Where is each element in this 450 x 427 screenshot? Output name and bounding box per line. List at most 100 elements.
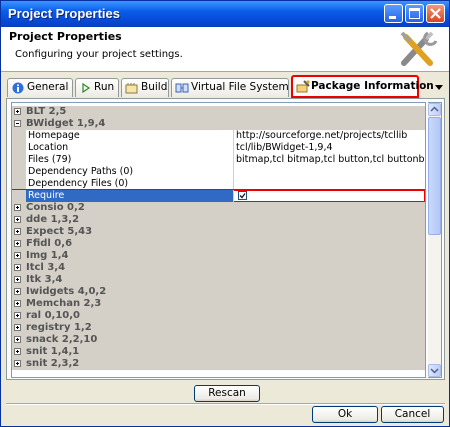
package-name: dde 1,3,2 xyxy=(26,214,80,225)
expand-icon[interactable] xyxy=(14,204,21,211)
checkmark-icon xyxy=(239,193,246,199)
ok-button[interactable]: Ok xyxy=(312,406,378,423)
title-bar[interactable]: Project Properties xyxy=(1,1,449,27)
property-row[interactable]: Dependency Paths (0) xyxy=(12,166,425,178)
expand-icon[interactable] xyxy=(14,288,21,295)
expand-icon[interactable] xyxy=(14,348,21,355)
tree-category[interactable]: snit 1,4,1 xyxy=(12,346,425,358)
tab-strip: General Run Build Virtual File System Pa… xyxy=(1,73,449,99)
tree-category[interactable]: registry 1,2 xyxy=(12,322,425,334)
package-name: Iwidgets 4,0,2 xyxy=(26,286,107,297)
chevron-down-icon[interactable] xyxy=(435,85,444,91)
package-name: Itk 3,4 xyxy=(26,274,63,285)
tree-category[interactable]: snack 2,2,10 xyxy=(12,334,425,346)
package-name: BWidget 1,9,4 xyxy=(26,118,106,129)
tab-run-label: Run xyxy=(94,81,115,93)
tab-general[interactable]: General xyxy=(7,78,73,97)
divider xyxy=(6,403,445,405)
tree-category[interactable]: Img 1,4 xyxy=(12,250,425,262)
tree-category[interactable]: ral 0,10,0 xyxy=(12,310,425,322)
tree-category[interactable]: dde 1,3,2 xyxy=(12,214,425,226)
expand-icon[interactable] xyxy=(14,336,21,343)
package-name: Consio 0,2 xyxy=(26,202,85,213)
property-key: Location xyxy=(26,142,234,154)
tree-category[interactable]: Iwidgets 4,0,2 xyxy=(12,286,425,298)
expand-icon[interactable] xyxy=(14,228,21,235)
property-value[interactable] xyxy=(235,190,425,202)
expand-icon[interactable] xyxy=(14,108,21,115)
maximize-icon xyxy=(409,8,420,19)
scroll-thumb[interactable] xyxy=(428,117,441,235)
property-value[interactable] xyxy=(235,166,425,178)
property-row[interactable]: Dependency Files (0) xyxy=(12,178,425,190)
minimize-icon xyxy=(389,16,396,19)
dialog-header: Project Properties Configuring your proj… xyxy=(1,27,449,72)
property-row-require[interactable]: Require xyxy=(12,189,425,203)
package-name: snit 2,3,2 xyxy=(26,358,80,369)
tree-category[interactable]: BLT 2,5 xyxy=(12,106,425,118)
expand-icon[interactable] xyxy=(14,312,21,319)
chevron-down-icon xyxy=(430,368,439,374)
tree-category[interactable]: Memchan 2,3 xyxy=(12,298,425,310)
tree-category[interactable]: Itk 3,4 xyxy=(12,274,425,286)
property-value[interactable]: tcl/lib/BWidget-1,9,4 xyxy=(235,142,425,154)
tree-category[interactable]: Ffidl 0,6 xyxy=(12,238,425,250)
minimize-button[interactable] xyxy=(384,4,403,23)
tab-run[interactable]: Run xyxy=(75,78,119,97)
expand-icon[interactable] xyxy=(14,360,21,367)
package-name: BLT 2,5 xyxy=(26,106,67,117)
expand-icon[interactable] xyxy=(14,264,21,271)
tab-virtual-file-system-label: Virtual File System xyxy=(191,81,289,93)
expand-icon[interactable] xyxy=(14,324,21,331)
tree-category[interactable]: Itcl 3,4 xyxy=(12,262,425,274)
tree-category[interactable]: Consio 0,2 xyxy=(12,202,425,214)
property-row[interactable]: Homepage http://sourceforge.net/projects… xyxy=(12,130,425,142)
tab-virtual-file-system[interactable]: Virtual File System xyxy=(171,78,289,97)
property-value[interactable]: bitmap,tcl bitmap,tcl button,tcl buttonb… xyxy=(235,154,425,166)
tree-category[interactable]: Expect 5,43 xyxy=(12,226,425,238)
scroll-up-button[interactable] xyxy=(428,103,441,116)
property-row[interactable]: Location tcl/lib/BWidget-1,9,4 xyxy=(12,142,425,154)
property-key: Dependency Paths (0) xyxy=(26,166,234,178)
tab-package-information-label: Package Information xyxy=(311,80,434,92)
require-checkbox[interactable] xyxy=(238,191,247,200)
property-key: Homepage xyxy=(26,130,234,142)
expand-icon[interactable] xyxy=(14,300,21,307)
property-value[interactable] xyxy=(235,178,425,190)
package-information-panel: BLT 2,5 BWidget 1,9,4 Homepage http://so… xyxy=(6,98,445,380)
property-row[interactable]: Files (79) bitmap,tcl bitmap,tcl button,… xyxy=(12,154,425,166)
package-name: registry 1,2 xyxy=(26,322,92,333)
tree-category[interactable]: BWidget 1,9,4 xyxy=(12,118,425,130)
expand-icon[interactable] xyxy=(14,216,21,223)
expand-icon[interactable] xyxy=(14,252,21,259)
window-title: Project Properties xyxy=(8,6,120,21)
project-properties-dialog: Project Properties Project Properties Co… xyxy=(0,0,450,427)
property-key: Require xyxy=(26,190,234,202)
property-value[interactable]: http://sourceforge.net/projects/tcllib xyxy=(235,130,425,142)
header-title: Project Properties xyxy=(9,30,122,43)
tab-package-information[interactable]: Package Information xyxy=(291,75,434,98)
close-button[interactable] xyxy=(426,4,445,23)
tab-build-label: Build xyxy=(141,81,168,93)
package-name: snack 2,2,10 xyxy=(26,334,98,345)
tab-build[interactable]: Build xyxy=(121,78,169,97)
tree-category[interactable]: snit 2,3,2 xyxy=(12,358,425,370)
package-name: Expect 5,43 xyxy=(26,226,93,237)
tools-icon xyxy=(400,31,438,66)
maximize-button[interactable] xyxy=(405,4,424,23)
package-name: ral 0,10,0 xyxy=(26,310,81,321)
package-name: Img 1,4 xyxy=(26,250,69,261)
property-key: Dependency Files (0) xyxy=(26,178,234,190)
expand-icon[interactable] xyxy=(14,276,21,283)
expand-icon[interactable] xyxy=(14,240,21,247)
scroll-down-button[interactable] xyxy=(428,364,441,377)
build-icon xyxy=(125,83,138,94)
package-tree[interactable]: BLT 2,5 BWidget 1,9,4 Homepage http://so… xyxy=(11,102,426,378)
rescan-button[interactable]: Rescan xyxy=(194,385,260,402)
collapse-icon[interactable] xyxy=(14,120,21,127)
chevron-up-icon xyxy=(430,106,439,112)
package-name: snit 1,4,1 xyxy=(26,346,80,357)
vertical-scrollbar[interactable] xyxy=(428,102,442,378)
cancel-button[interactable]: Cancel xyxy=(381,406,444,423)
header-description: Configuring your project settings. xyxy=(15,49,183,60)
